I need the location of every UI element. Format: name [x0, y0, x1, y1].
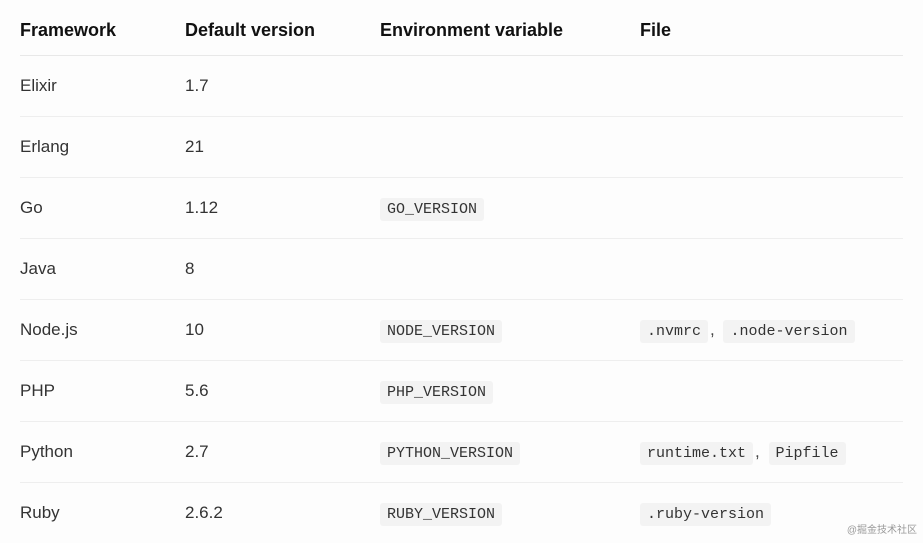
- cell-env: [380, 117, 640, 178]
- file-code: .ruby-version: [640, 503, 771, 526]
- cell-file: runtime.txt, Pipfile: [640, 422, 903, 483]
- env-var-code: PHP_VERSION: [380, 381, 493, 404]
- cell-version: 2.6.2: [185, 483, 380, 543]
- cell-env: PYTHON_VERSION: [380, 422, 640, 483]
- file-separator: ,: [755, 442, 760, 461]
- version-table: Framework Default version Environment va…: [20, 12, 903, 543]
- col-header-default-version: Default version: [185, 12, 380, 56]
- cell-version: 1.7: [185, 56, 380, 117]
- cell-file: [640, 239, 903, 300]
- file-code: runtime.txt: [640, 442, 753, 465]
- cell-framework: Erlang: [20, 117, 185, 178]
- cell-framework: Elixir: [20, 56, 185, 117]
- col-header-framework: Framework: [20, 12, 185, 56]
- table-row: Node.js10NODE_VERSION .nvmrc, .node-versi…: [20, 300, 903, 361]
- cell-file: .nvmrc, .node-version: [640, 300, 903, 361]
- col-header-file: File: [640, 12, 903, 56]
- cell-framework: Ruby: [20, 483, 185, 543]
- cell-file: [640, 117, 903, 178]
- cell-env: GO_VERSION: [380, 178, 640, 239]
- col-header-env-variable: Environment variable: [380, 12, 640, 56]
- table-row: Python2.7PYTHON_VERSION runtime.txt, Pipf…: [20, 422, 903, 483]
- cell-framework: PHP: [20, 361, 185, 422]
- table-header-row: Framework Default version Environment va…: [20, 12, 903, 56]
- watermark: @掘金技术社区: [847, 521, 917, 536]
- table-row: Go1.12GO_VERSION: [20, 178, 903, 239]
- cell-framework: Java: [20, 239, 185, 300]
- cell-version: 2.7: [185, 422, 380, 483]
- file-separator: ,: [710, 320, 715, 339]
- cell-framework: Node.js: [20, 300, 185, 361]
- cell-env: [380, 56, 640, 117]
- table-row: PHP5.6PHP_VERSION: [20, 361, 903, 422]
- table-row: Ruby2.6.2RUBY_VERSION .ruby-version: [20, 483, 903, 543]
- env-var-code: NODE_VERSION: [380, 320, 502, 343]
- file-code: .nvmrc: [640, 320, 708, 343]
- env-var-code: PYTHON_VERSION: [380, 442, 520, 465]
- file-code: .node-version: [723, 320, 854, 343]
- cell-file: [640, 56, 903, 117]
- cell-env: [380, 239, 640, 300]
- cell-file: [640, 178, 903, 239]
- cell-version: 5.6: [185, 361, 380, 422]
- table-row: Erlang21: [20, 117, 903, 178]
- file-code: Pipfile: [769, 442, 846, 465]
- cell-version: 1.12: [185, 178, 380, 239]
- cell-framework: Go: [20, 178, 185, 239]
- cell-version: 8: [185, 239, 380, 300]
- table-body: Elixir1.7Erlang21Go1.12GO_VERSIONJava8No…: [20, 56, 903, 543]
- env-var-code: RUBY_VERSION: [380, 503, 502, 526]
- cell-version: 21: [185, 117, 380, 178]
- cell-env: PHP_VERSION: [380, 361, 640, 422]
- cell-env: NODE_VERSION: [380, 300, 640, 361]
- table-row: Elixir1.7: [20, 56, 903, 117]
- table-row: Java8: [20, 239, 903, 300]
- cell-version: 10: [185, 300, 380, 361]
- env-var-code: GO_VERSION: [380, 198, 484, 221]
- cell-file: [640, 361, 903, 422]
- cell-env: RUBY_VERSION: [380, 483, 640, 543]
- cell-framework: Python: [20, 422, 185, 483]
